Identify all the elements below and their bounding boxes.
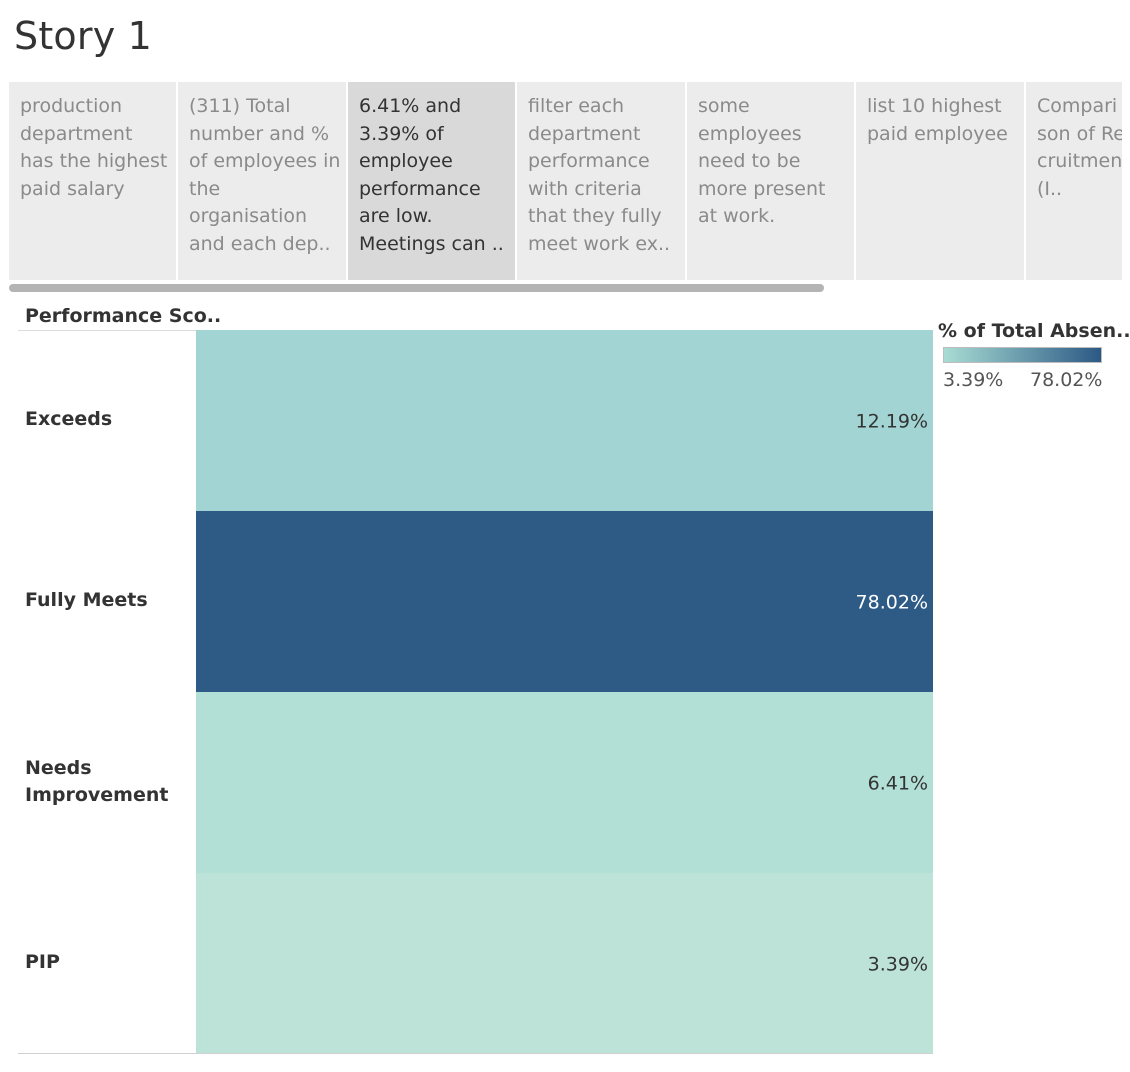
story-point-4[interactable]: filter each department performance with … [517,82,685,280]
navigator-scrollbar[interactable] [9,284,824,292]
legend-color-ramp [943,347,1102,363]
bar-value-label: 3.39% [868,954,928,976]
heat-bars: 12.19% 78.02% 6.41% 3.39% [196,330,933,1054]
bar-value-label: 6.41% [868,773,928,795]
bar-pip[interactable] [196,873,933,1054]
bar-needs-improvement[interactable] [196,692,933,873]
story-point-3[interactable]: 6.41% and 3.39% of employee performance … [348,82,515,280]
bar-value-label: 12.19% [856,411,928,433]
bottom-divider [18,1053,933,1054]
worksheet: Performance Sco.. Exceeds Fully Meets Need… [18,302,1118,1062]
legend-max-label: 78.02% [1030,369,1103,391]
bar-fully-meets[interactable] [196,511,933,692]
story-title: Story 1 [14,14,153,58]
story-point-2[interactable]: (311) Total number and % of employees in… [178,82,346,280]
story-navigator: production department has the highest pa… [9,82,1122,280]
story-point-7[interactable]: Compari son of Re cruitmen t (I.. [1026,82,1122,280]
story-point-5[interactable]: some employees need to be more present a… [687,82,854,280]
legend-title[interactable]: % of Total Absen.. [938,320,1130,342]
bar-exceeds[interactable] [196,330,933,511]
story-point-1[interactable]: production department has the highest pa… [9,82,176,280]
story-point-6[interactable]: list 10 highest paid employee [856,82,1024,280]
bar-value-label: 78.02% [856,592,928,614]
legend-min-label: 3.39% [943,369,1004,391]
